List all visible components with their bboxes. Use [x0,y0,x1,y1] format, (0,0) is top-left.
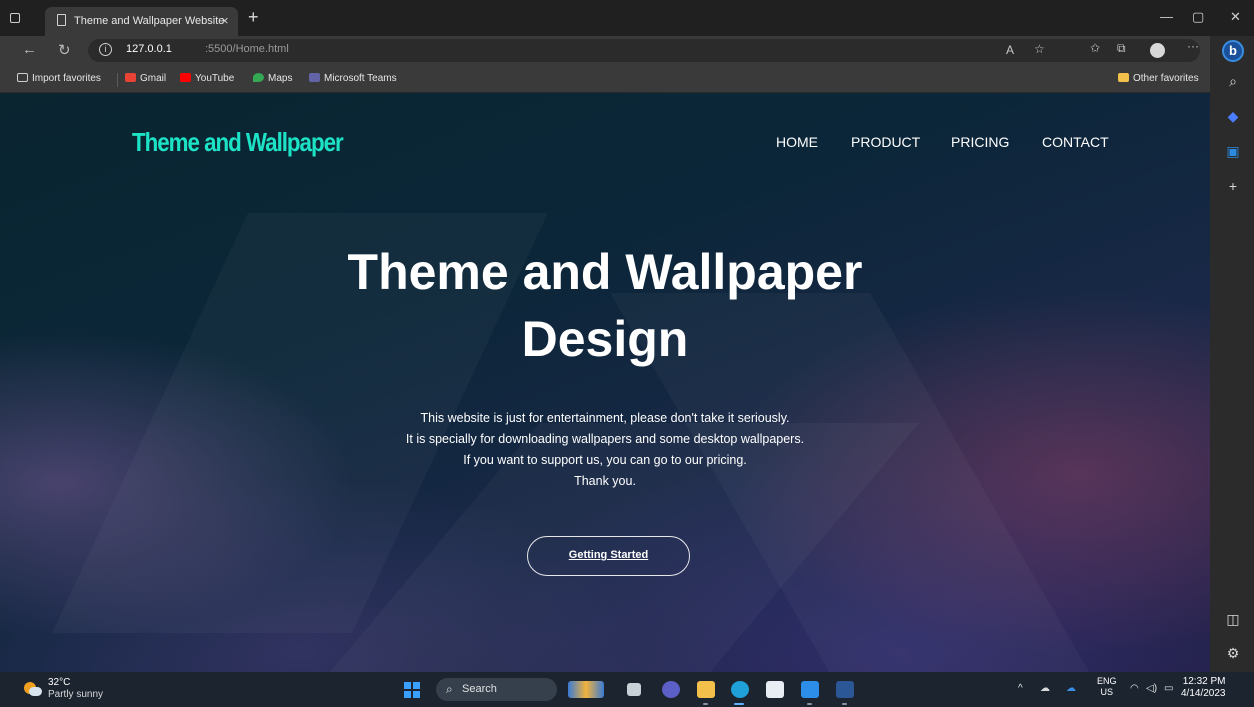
tab-actions-icon[interactable] [10,13,20,23]
favorite-youtube[interactable]: YouTube [180,73,234,84]
cloud-shape [29,687,42,696]
weather-description[interactable]: Partly sunny [48,689,103,700]
teams-icon [309,73,320,82]
hero-line: Thank you. [574,474,636,488]
close-window-button[interactable]: ✕ [1230,9,1241,25]
start-tile [404,691,411,698]
start-tile [413,691,420,698]
shopping-icon[interactable]: ◆ [1224,108,1242,126]
file-explorer-icon[interactable] [697,681,715,698]
web-page: Theme and Wallpaper HOME PRODUCT PRICING… [0,93,1210,672]
gmail-icon [125,73,136,82]
browser-tab[interactable]: Theme and Wallpaper Website × [45,7,238,36]
chat-icon[interactable] [662,681,680,698]
weather-temperature[interactable]: 32°C [48,677,70,688]
profile-icon[interactable] [1150,43,1165,58]
taskbar: 32°C Partly sunny ⌕ Search ^ ☁ ☁ ENG US … [0,672,1254,707]
word-icon[interactable] [836,681,854,698]
maps-icon [253,73,264,82]
start-tile [404,682,411,689]
edge-icon[interactable] [731,681,749,698]
url-host: 127.0.0.1 [126,43,172,55]
browser-title-bar: Theme and Wallpaper Website × + — ▢ ✕ [0,0,1254,36]
volume-icon[interactable]: ◁) [1146,683,1157,694]
site-info-icon[interactable]: i [99,43,112,56]
cloud-icon[interactable]: ☁ [1040,683,1050,694]
youtube-icon [180,73,191,82]
more-icon[interactable]: ··· [1187,39,1199,53]
weather-icon[interactable] [24,682,42,696]
start-icon[interactable] [404,682,420,698]
show-hidden-icons[interactable]: ^ [1018,683,1023,694]
favorites-icon[interactable]: ✩ [1090,41,1100,55]
minimize-button[interactable]: — [1160,9,1173,24]
add-favorite-icon[interactable]: ☆ [1034,42,1045,56]
running-indicator [842,703,847,705]
battery-icon[interactable]: ▭ [1164,683,1173,694]
nav-pricing[interactable]: PRICING [951,134,1009,150]
divider [117,73,118,87]
active-indicator [734,703,744,705]
nav-contact[interactable]: CONTACT [1042,134,1109,150]
nav-product[interactable]: PRODUCT [851,134,920,150]
bing-chat-icon[interactable]: b [1222,40,1244,62]
widgets-icon[interactable] [568,681,604,698]
hero-line: If you want to support us, you can go to… [463,453,747,467]
store-icon[interactable] [766,681,784,698]
collections-icon[interactable]: ⧉ [1117,41,1126,56]
nav-home[interactable]: HOME [776,134,818,150]
url-field[interactable]: i 127.0.0.1 :5500/Home.html A ☆ [88,39,1200,62]
language-indicator[interactable]: ENG US [1097,676,1117,698]
restore-button[interactable]: ▢ [1192,9,1204,25]
hero-title-line: Design [521,311,689,367]
running-indicator [703,703,708,705]
refresh-icon[interactable]: ↻ [58,41,71,59]
taskbar-search[interactable]: ⌕ Search [436,678,557,701]
new-tab-button[interactable]: + [248,7,259,28]
favorite-import[interactable]: Import favorites [17,73,101,84]
other-favorites[interactable]: Other favorites [1118,73,1199,84]
favorites-bar: Import favorites Gmail YouTube Maps Micr… [0,65,1210,93]
edge-sidebar [1210,36,1254,672]
hero-description: This website is just for entertainment, … [0,408,1210,492]
getting-started-button[interactable]: Getting Started [527,536,690,576]
hero-line: This website is just for entertainment, … [420,411,790,425]
site-logo[interactable]: Theme and Wallpaper [132,127,344,158]
url-path: :5500/Home.html [205,43,289,55]
add-sidebar-icon[interactable]: + [1224,178,1242,196]
favorite-teams[interactable]: Microsoft Teams [309,73,397,84]
hero-title-line: Theme and Wallpaper [347,244,863,300]
sidebar-settings-icon[interactable]: ⚙ [1224,645,1242,663]
hero-title: Theme and Wallpaper Design [0,239,1210,373]
folder-icon [1118,73,1129,82]
back-icon[interactable]: ← [22,41,37,58]
task-view-icon[interactable] [627,683,641,696]
clock[interactable]: 12:32 PM 4/14/2023 [1181,676,1226,700]
wifi-icon[interactable]: ◠ [1130,683,1139,694]
hide-sidebar-icon[interactable]: ◫ [1224,611,1242,629]
onedrive-icon[interactable]: ☁ [1066,683,1076,694]
start-tile [413,682,420,689]
address-bar: ← ↻ i 127.0.0.1 :5500/Home.html A ☆ ✩ ⧉ … [0,36,1210,65]
search-label: Search [462,683,497,695]
search-icon: ⌕ [446,682,453,696]
favorite-maps[interactable]: Maps [253,73,292,84]
close-tab-icon[interactable]: × [221,13,229,28]
running-indicator [807,703,812,705]
tab-title: Theme and Wallpaper Website [74,15,225,27]
document-icon [57,14,66,26]
hero-line: It is specially for downloading wallpape… [405,432,805,446]
search-icon[interactable]: ⌕ [1224,73,1242,91]
outlook-icon[interactable]: ▣ [1224,143,1242,161]
read-aloud-icon[interactable]: A [1006,43,1014,57]
import-icon [17,73,28,82]
vscode-icon[interactable] [801,681,819,698]
favorite-gmail[interactable]: Gmail [125,73,166,84]
